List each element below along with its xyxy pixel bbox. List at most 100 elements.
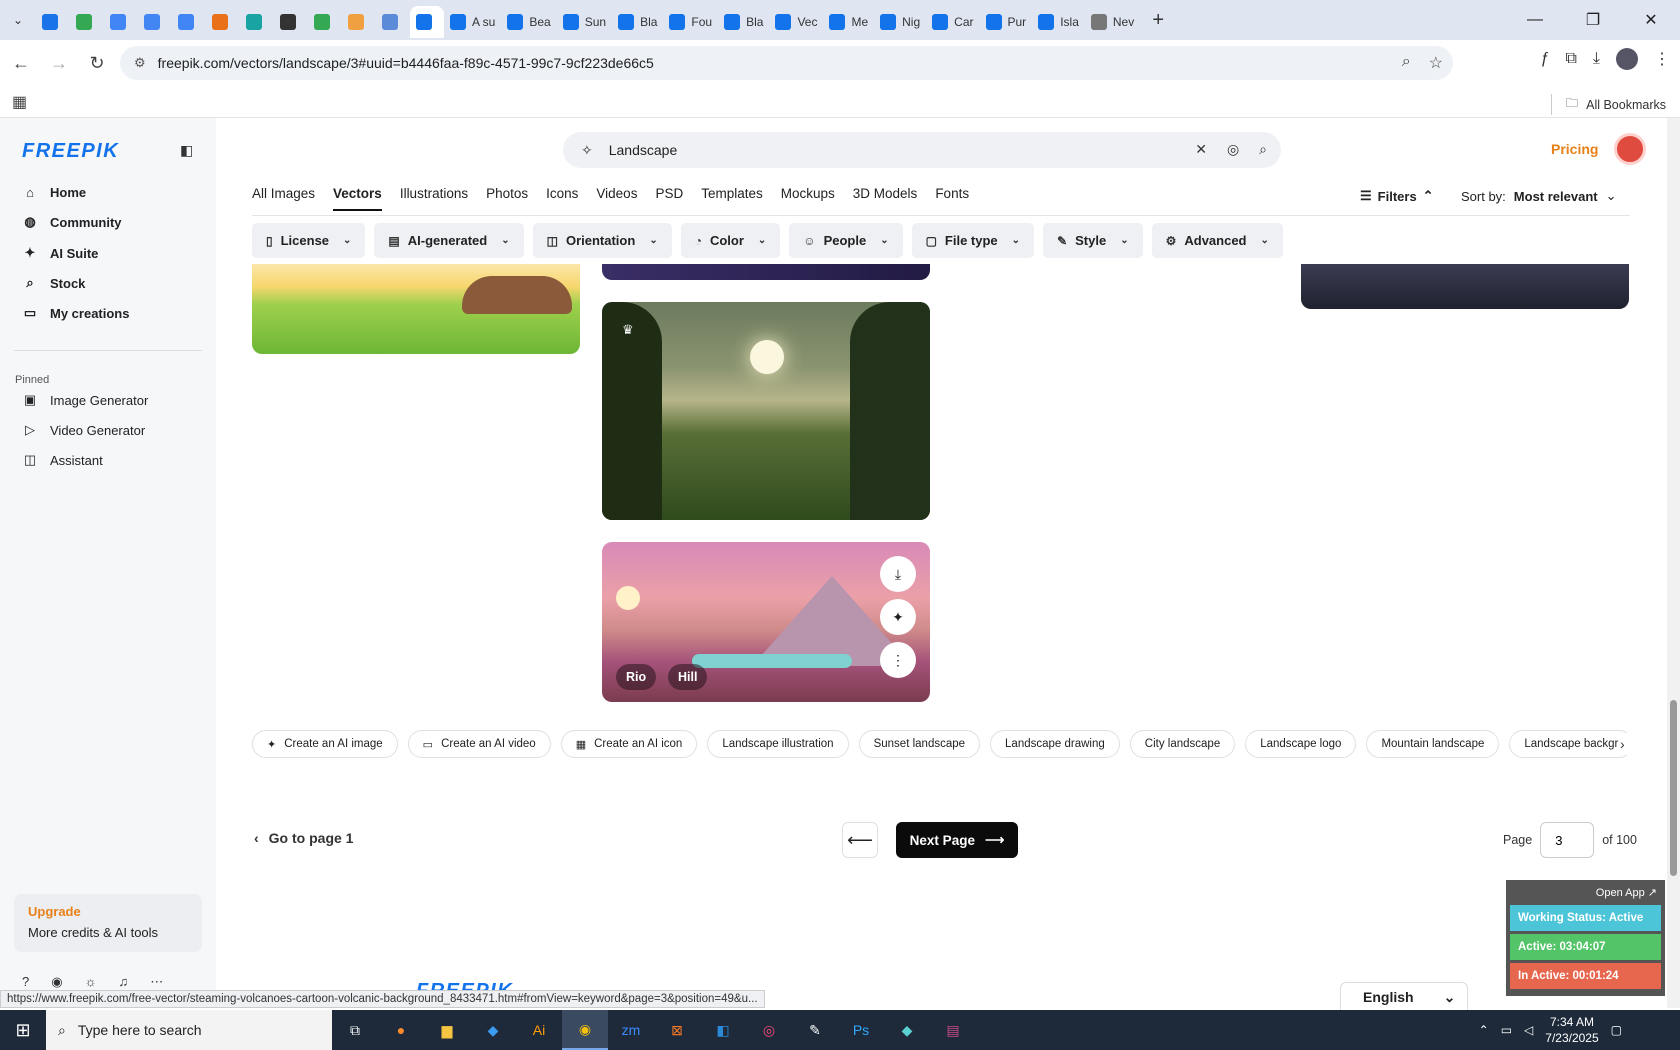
taskbar-search[interactable]: ⌕ Type here to search bbox=[46, 1010, 332, 1050]
related-search-chip[interactable]: City landscape bbox=[1129, 730, 1236, 758]
browser-tab[interactable]: Me bbox=[823, 6, 874, 38]
tab-videos[interactable]: Videos bbox=[596, 186, 637, 211]
browser-tab[interactable] bbox=[410, 6, 444, 38]
restore-icon[interactable]: ❐ bbox=[1564, 0, 1622, 40]
related-search-chip[interactable]: Sunset landscape bbox=[858, 730, 981, 758]
browser-tab[interactable] bbox=[70, 6, 104, 38]
scrollbar-thumb[interactable] bbox=[1670, 700, 1677, 876]
language-select[interactable]: English ⌄ bbox=[1340, 982, 1468, 1012]
tab-photos[interactable]: Photos bbox=[486, 186, 528, 211]
browser-tab[interactable] bbox=[206, 6, 240, 38]
filter-file-type-button[interactable]: ▢ File type ⌄ bbox=[911, 223, 1035, 258]
browser-tab[interactable] bbox=[104, 6, 138, 38]
image-tile-night-forest[interactable] bbox=[1301, 264, 1629, 309]
image-tile-partial-top[interactable] bbox=[602, 264, 930, 280]
user-avatar[interactable] bbox=[1614, 133, 1646, 165]
notification-center-icon[interactable]: ▢ bbox=[1611, 1023, 1622, 1037]
extensions-icon[interactable]: ⧉ bbox=[1565, 50, 1576, 68]
browser-tab[interactable]: Nev bbox=[1085, 6, 1140, 38]
search-bar[interactable]: ✧ Landscape ✕ ◎ ⌕ bbox=[563, 132, 1281, 168]
browser-tab[interactable] bbox=[138, 6, 172, 38]
network-icon[interactable]: ▭ bbox=[1501, 1023, 1512, 1037]
site-info-icon[interactable]: ⚙ bbox=[134, 55, 146, 71]
related-search-chip[interactable]: ▦ Create an AI icon bbox=[560, 730, 698, 758]
filter-orientation-button[interactable]: ◫ Orientation ⌄ bbox=[532, 223, 672, 258]
new-tab-button[interactable]: + bbox=[1144, 9, 1172, 32]
notifications-icon[interactable]: ♫ bbox=[119, 974, 129, 990]
tray-chevron-icon[interactable]: ⌃ bbox=[1479, 1023, 1489, 1037]
tab-psd[interactable]: PSD bbox=[655, 186, 683, 211]
discord-icon[interactable]: ◉ bbox=[51, 974, 62, 990]
sidebar-item-home[interactable]: ⌂ Home bbox=[14, 177, 204, 207]
browser-tab[interactable]: Sun bbox=[557, 6, 612, 38]
filter-style-button[interactable]: ✎ Style ⌄ bbox=[1043, 223, 1143, 258]
image-tile-grass-hills[interactable] bbox=[252, 264, 580, 354]
winrar-icon[interactable]: ▤ bbox=[930, 1010, 976, 1050]
photoshop-icon[interactable]: Ps bbox=[838, 1010, 884, 1050]
browser-tab[interactable]: Car bbox=[926, 6, 979, 38]
theme-icon[interactable]: ☼ bbox=[85, 974, 97, 990]
related-search-chip[interactable]: Landscape illustration bbox=[707, 730, 849, 758]
download-icon[interactable]: ⤓ bbox=[1593, 50, 1600, 68]
chevron-right-icon[interactable]: › bbox=[1620, 736, 1625, 752]
sidebar-item-my-creations[interactable]: ▭ My creations bbox=[14, 298, 204, 328]
tab-3d-models[interactable]: 3D Models bbox=[853, 186, 918, 211]
browser-tab[interactable]: Fou bbox=[663, 6, 718, 38]
related-search-chip[interactable]: Mountain landscape bbox=[1366, 730, 1500, 758]
tag-rio[interactable]: Rio bbox=[616, 664, 657, 690]
camera-search-icon[interactable]: ◎ bbox=[1227, 141, 1239, 158]
tab-illustrations[interactable]: Illustrations bbox=[400, 186, 468, 211]
go-to-page-1-link[interactable]: ‹ Go to page 1 bbox=[254, 830, 353, 846]
download-tile-button[interactable]: ⤓ bbox=[880, 556, 916, 592]
profile-avatar[interactable] bbox=[1616, 48, 1638, 70]
address-bar[interactable]: ⚙ freepik.com/vectors/landscape/3#uuid=b… bbox=[120, 46, 1453, 80]
browser-tab[interactable] bbox=[274, 6, 308, 38]
browser-tab[interactable] bbox=[36, 6, 70, 38]
browser-tab[interactable]: Isla bbox=[1032, 6, 1085, 38]
filter-ai-generated-button[interactable]: ▤ AI-generated ⌄ bbox=[374, 223, 524, 258]
apps-grid-icon[interactable]: ▦ bbox=[12, 92, 27, 112]
upgrade-card[interactable]: Upgrade More credits & AI tools bbox=[14, 894, 202, 952]
back-button[interactable]: ← bbox=[4, 46, 38, 80]
tab-search-button[interactable]: ⌄ bbox=[0, 6, 36, 34]
browser-menu-icon[interactable]: ⋮ bbox=[1654, 49, 1670, 69]
sort-dropdown[interactable]: Sort by: Most relevant ⌄ bbox=[1461, 188, 1617, 204]
zoom-icon[interactable]: ⌕ bbox=[1402, 53, 1411, 73]
filter-people-button[interactable]: ☺ People ⌄ bbox=[789, 223, 903, 258]
sidebar-item-video-generator[interactable]: ▷ Video Generator bbox=[14, 415, 204, 445]
next-page-button[interactable]: Next Page ⟶ bbox=[896, 822, 1018, 858]
creative-cloud-icon[interactable]: ◎ bbox=[746, 1010, 792, 1050]
tab-vectors[interactable]: Vectors bbox=[333, 186, 382, 211]
more-icon[interactable]: ⋯ bbox=[150, 974, 163, 990]
help-icon[interactable]: ? bbox=[22, 974, 29, 990]
filters-button[interactable]: ☰ Filters ⌃ bbox=[1360, 188, 1434, 204]
page-scrollbar[interactable] bbox=[1667, 118, 1680, 1008]
browser-tab[interactable]: Bea bbox=[501, 6, 556, 38]
sidebar-item-image-generator[interactable]: ▣ Image Generator bbox=[14, 385, 204, 415]
task-view-icon[interactable]: ⧉ bbox=[332, 1010, 378, 1050]
image-tile-lake-sunset[interactable]: ♛ bbox=[602, 302, 930, 520]
browser-tab[interactable] bbox=[240, 6, 274, 38]
search-input[interactable]: Landscape bbox=[609, 142, 678, 158]
app-diamond-icon[interactable]: ◆ bbox=[884, 1010, 930, 1050]
browser-tab[interactable] bbox=[376, 6, 410, 38]
ai-edit-tile-button[interactable]: ✦ bbox=[880, 599, 916, 635]
zoom-icon[interactable]: zm bbox=[608, 1010, 654, 1050]
related-search-chip[interactable]: ▭ Create an AI video bbox=[407, 730, 551, 758]
browser-tab[interactable]: Bla bbox=[718, 6, 769, 38]
sidebar-item-assistant[interactable]: ◫ Assistant bbox=[14, 445, 204, 475]
browser-tab[interactable]: Nig bbox=[874, 6, 926, 38]
tab-fonts[interactable]: Fonts bbox=[935, 186, 969, 211]
related-search-chip[interactable]: ✦ Create an AI image bbox=[252, 730, 398, 758]
browser-tab[interactable] bbox=[172, 6, 206, 38]
browser-tab[interactable]: Bla bbox=[612, 6, 663, 38]
outlook-icon[interactable]: ◧ bbox=[700, 1010, 746, 1050]
filter-color-button[interactable]: ◔ Color ⌄ bbox=[680, 223, 781, 258]
close-window-icon[interactable]: ✕ bbox=[1622, 0, 1680, 40]
file-explorer-icon[interactable]: ▆ bbox=[424, 1010, 470, 1050]
tab-mockups[interactable]: Mockups bbox=[781, 186, 835, 211]
browser-tab[interactable]: A su bbox=[444, 6, 501, 38]
sidebar-item-community[interactable]: ◍ Community bbox=[14, 207, 204, 237]
sidebar-item-stock[interactable]: ⌕ Stock bbox=[14, 268, 204, 298]
filter-advanced-button[interactable]: ⚙ Advanced ⌄ bbox=[1151, 223, 1283, 258]
